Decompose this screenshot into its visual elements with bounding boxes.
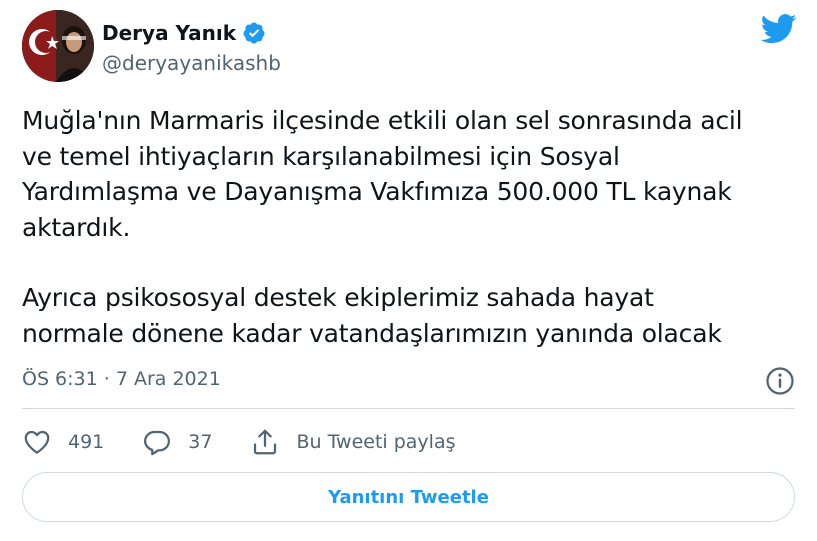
verified-badge-icon	[242, 21, 266, 45]
heart-icon	[24, 430, 50, 454]
reply-tweet-button-label: Yanıtını Tweetle	[328, 486, 489, 508]
like-button[interactable]: 491	[22, 427, 104, 457]
reply-tweet-button[interactable]: Yanıtını Tweetle	[22, 472, 795, 522]
divider	[22, 408, 795, 409]
reply-bubble-icon	[144, 430, 171, 456]
like-count: 491	[68, 431, 105, 453]
author-display-name-row[interactable]: Derya Yanık	[102, 20, 281, 46]
twitter-bird-icon[interactable]	[760, 14, 797, 44]
author-display-name[interactable]: Derya Yanık	[102, 20, 236, 46]
tweet-paragraph: Ayrıca psikososyal destek ekiplerimiz sa…	[22, 283, 722, 348]
reply-count: 37	[188, 431, 213, 453]
reply-button[interactable]: 37	[142, 427, 212, 457]
tweet-text: Muğla'nın Marmaris ilçesinde etkili olan…	[22, 103, 802, 351]
tweet-card: Derya Yanık @deryayanikashb Muğla'nın Ma…	[0, 0, 817, 541]
share-icon	[254, 429, 277, 455]
author-names: Derya Yanık @deryayanikashb	[102, 20, 281, 76]
info-icon[interactable]	[765, 366, 795, 396]
author-handle[interactable]: @deryayanikashb	[102, 50, 281, 76]
avatar[interactable]	[22, 10, 94, 82]
share-label: Bu Tweeti paylaş	[296, 431, 456, 453]
share-button[interactable]: Bu Tweeti paylaş	[250, 427, 456, 457]
tweet-paragraph: Muğla'nın Marmaris ilçesinde etkili olan…	[22, 106, 743, 242]
tweet-timestamp[interactable]: ÖS 6:31 · 7 Ara 2021	[22, 368, 221, 390]
tweet-header: Derya Yanık @deryayanikashb	[22, 10, 797, 84]
tweet-actions: 491 37 Bu Tweeti paylaş	[22, 425, 494, 459]
